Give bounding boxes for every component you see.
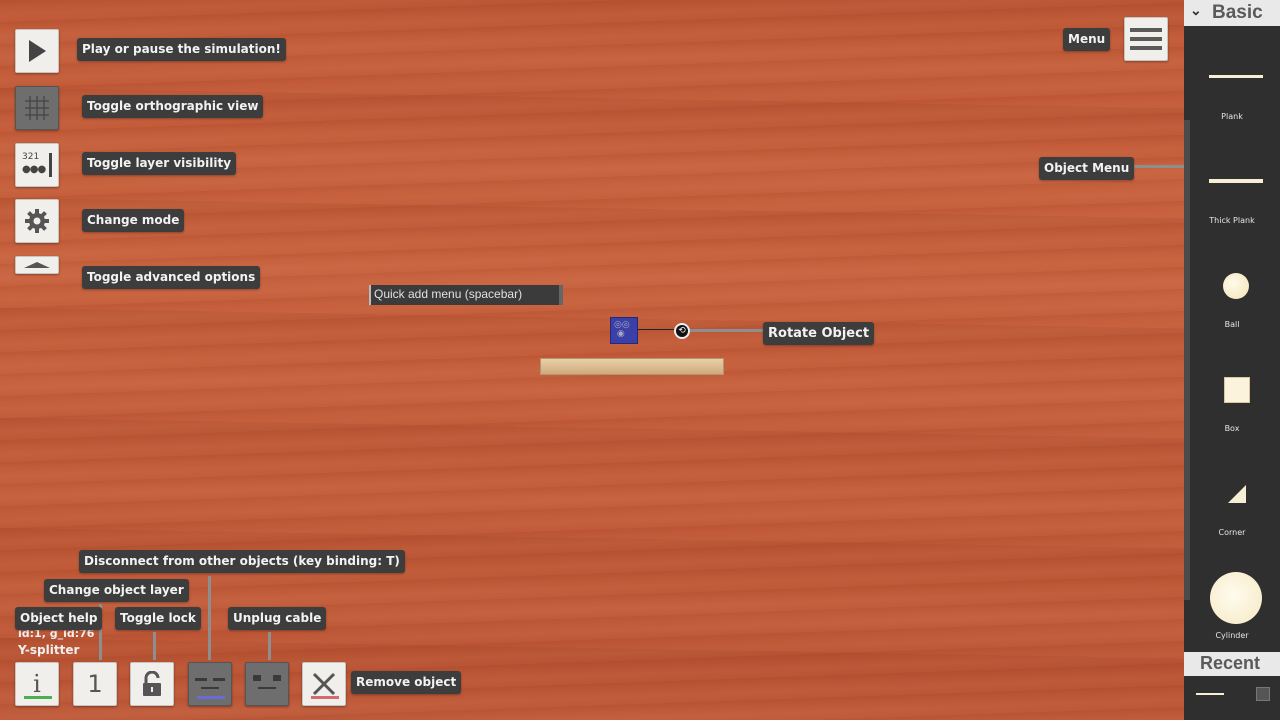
- disconnect-tooltip: Disconnect from other objects (key bindi…: [79, 550, 405, 573]
- toggle-lock-connector: [153, 632, 156, 660]
- disconnect-button[interactable]: [188, 662, 232, 706]
- layers-dots: ●●●: [22, 164, 46, 175]
- gear-icon: [25, 209, 49, 233]
- layer-visibility-button[interactable]: 321 ●●●: [15, 143, 59, 187]
- unlock-icon: [143, 671, 161, 696]
- remove-object-tooltip: Remove object: [351, 671, 462, 694]
- unplug-button[interactable]: [245, 662, 289, 706]
- palette-label-box: Box: [1224, 424, 1240, 433]
- plank-icon: [1209, 75, 1263, 78]
- ortho-view-tooltip: Toggle orthographic view: [82, 95, 264, 118]
- toggle-lock-button[interactable]: [130, 662, 174, 706]
- play-icon: [29, 40, 46, 62]
- corner-icon: [1228, 485, 1246, 503]
- ortho-view-button[interactable]: [15, 86, 59, 130]
- palette-item-thick-plank[interactable]: Thick Plank: [1184, 164, 1280, 244]
- y-splitter-face: ◎◎ ◉: [614, 320, 630, 339]
- rotate-handle[interactable]: ⟲: [674, 323, 690, 339]
- layers-bar: [49, 153, 52, 177]
- object-palette-panel: ⌄ Basic Plank Thick Plank Ball Box Corne…: [1184, 0, 1280, 720]
- help-accent-bar: [24, 696, 52, 699]
- info-icon: i: [33, 670, 41, 698]
- unplug-icon: [253, 675, 281, 689]
- rotate-tooltip: Rotate Object: [763, 322, 875, 345]
- rotate-connector: [690, 329, 764, 332]
- advanced-options-button[interactable]: [15, 256, 59, 274]
- recent-splitter-icon[interactable]: [1256, 687, 1270, 701]
- thick-plank-icon: [1209, 179, 1263, 183]
- box-icon: [1224, 377, 1250, 403]
- basic-header-label: Basic: [1212, 2, 1263, 23]
- palette-item-corner[interactable]: Corner: [1184, 480, 1280, 560]
- layers-glyph: 321: [22, 152, 40, 162]
- quick-add-input[interactable]: Quick add menu (spacebar): [369, 285, 563, 305]
- menu-button[interactable]: [1124, 17, 1168, 61]
- palette-label-cylinder: Cylinder: [1215, 631, 1249, 640]
- layer-number: 1: [87, 670, 103, 698]
- change-layer-button[interactable]: 1: [73, 662, 117, 706]
- layers-icon: 321 ●●●: [20, 150, 54, 180]
- quick-add-placeholder: Quick add menu (spacebar): [374, 287, 523, 301]
- change-mode-button[interactable]: [15, 199, 59, 243]
- palette-label-corner: Corner: [1218, 528, 1246, 537]
- disconnect-connector: [208, 576, 211, 660]
- palette-item-box[interactable]: Box: [1184, 374, 1280, 454]
- remove-object-button[interactable]: [302, 662, 346, 706]
- disconnect-accent-bar: [197, 696, 225, 699]
- chevron-down-icon: ⌄: [1190, 2, 1202, 18]
- palette-label-plank: Plank: [1221, 112, 1243, 121]
- chevron-up-icon: [24, 262, 50, 268]
- remove-accent-bar: [311, 696, 339, 699]
- change-mode-tooltip: Change mode: [82, 209, 185, 232]
- palette-item-ball[interactable]: Ball: [1184, 270, 1280, 350]
- cylinder-icon: [1210, 572, 1262, 624]
- rotate-handle-line: [638, 329, 678, 330]
- play-tooltip: Play or pause the simulation!: [77, 38, 286, 61]
- unplug-connector: [268, 632, 271, 660]
- recent-plank-icon[interactable]: [1196, 693, 1224, 695]
- object-help-button[interactable]: i: [15, 662, 59, 706]
- y-splitter-object[interactable]: ◎◎ ◉: [610, 317, 638, 344]
- grid-icon: [25, 96, 49, 120]
- layer-visibility-tooltip: Toggle layer visibility: [82, 152, 237, 175]
- object-menu-tooltip: Object Menu: [1039, 157, 1135, 180]
- palette-item-cylinder[interactable]: Cylinder: [1184, 570, 1280, 650]
- ball-icon: [1223, 273, 1249, 299]
- plank-object[interactable]: [540, 358, 724, 375]
- palette-item-plank[interactable]: Plank: [1184, 60, 1280, 140]
- toggle-lock-tooltip: Toggle lock: [115, 607, 201, 630]
- menu-tooltip: Menu: [1063, 28, 1111, 51]
- unplug-tooltip: Unplug cable: [228, 607, 327, 630]
- palette-label-thick-plank: Thick Plank: [1209, 216, 1255, 225]
- play-button[interactable]: [15, 29, 59, 73]
- disconnect-icon: [195, 678, 225, 689]
- change-layer-tooltip: Change object layer: [44, 579, 189, 602]
- advanced-options-tooltip: Toggle advanced options: [82, 266, 261, 289]
- recent-header-label: Recent: [1200, 653, 1261, 673]
- recent-category-header[interactable]: Recent: [1184, 652, 1280, 676]
- object-help-tooltip: Object help: [15, 607, 103, 630]
- hamburger-icon: [1130, 28, 1162, 50]
- selection-name: Y-splitter: [18, 643, 80, 657]
- basic-category-header[interactable]: ⌄ Basic: [1184, 0, 1280, 26]
- palette-label-ball: Ball: [1224, 320, 1240, 329]
- close-icon: [312, 672, 336, 696]
- rotate-icon: ⟲: [678, 325, 686, 336]
